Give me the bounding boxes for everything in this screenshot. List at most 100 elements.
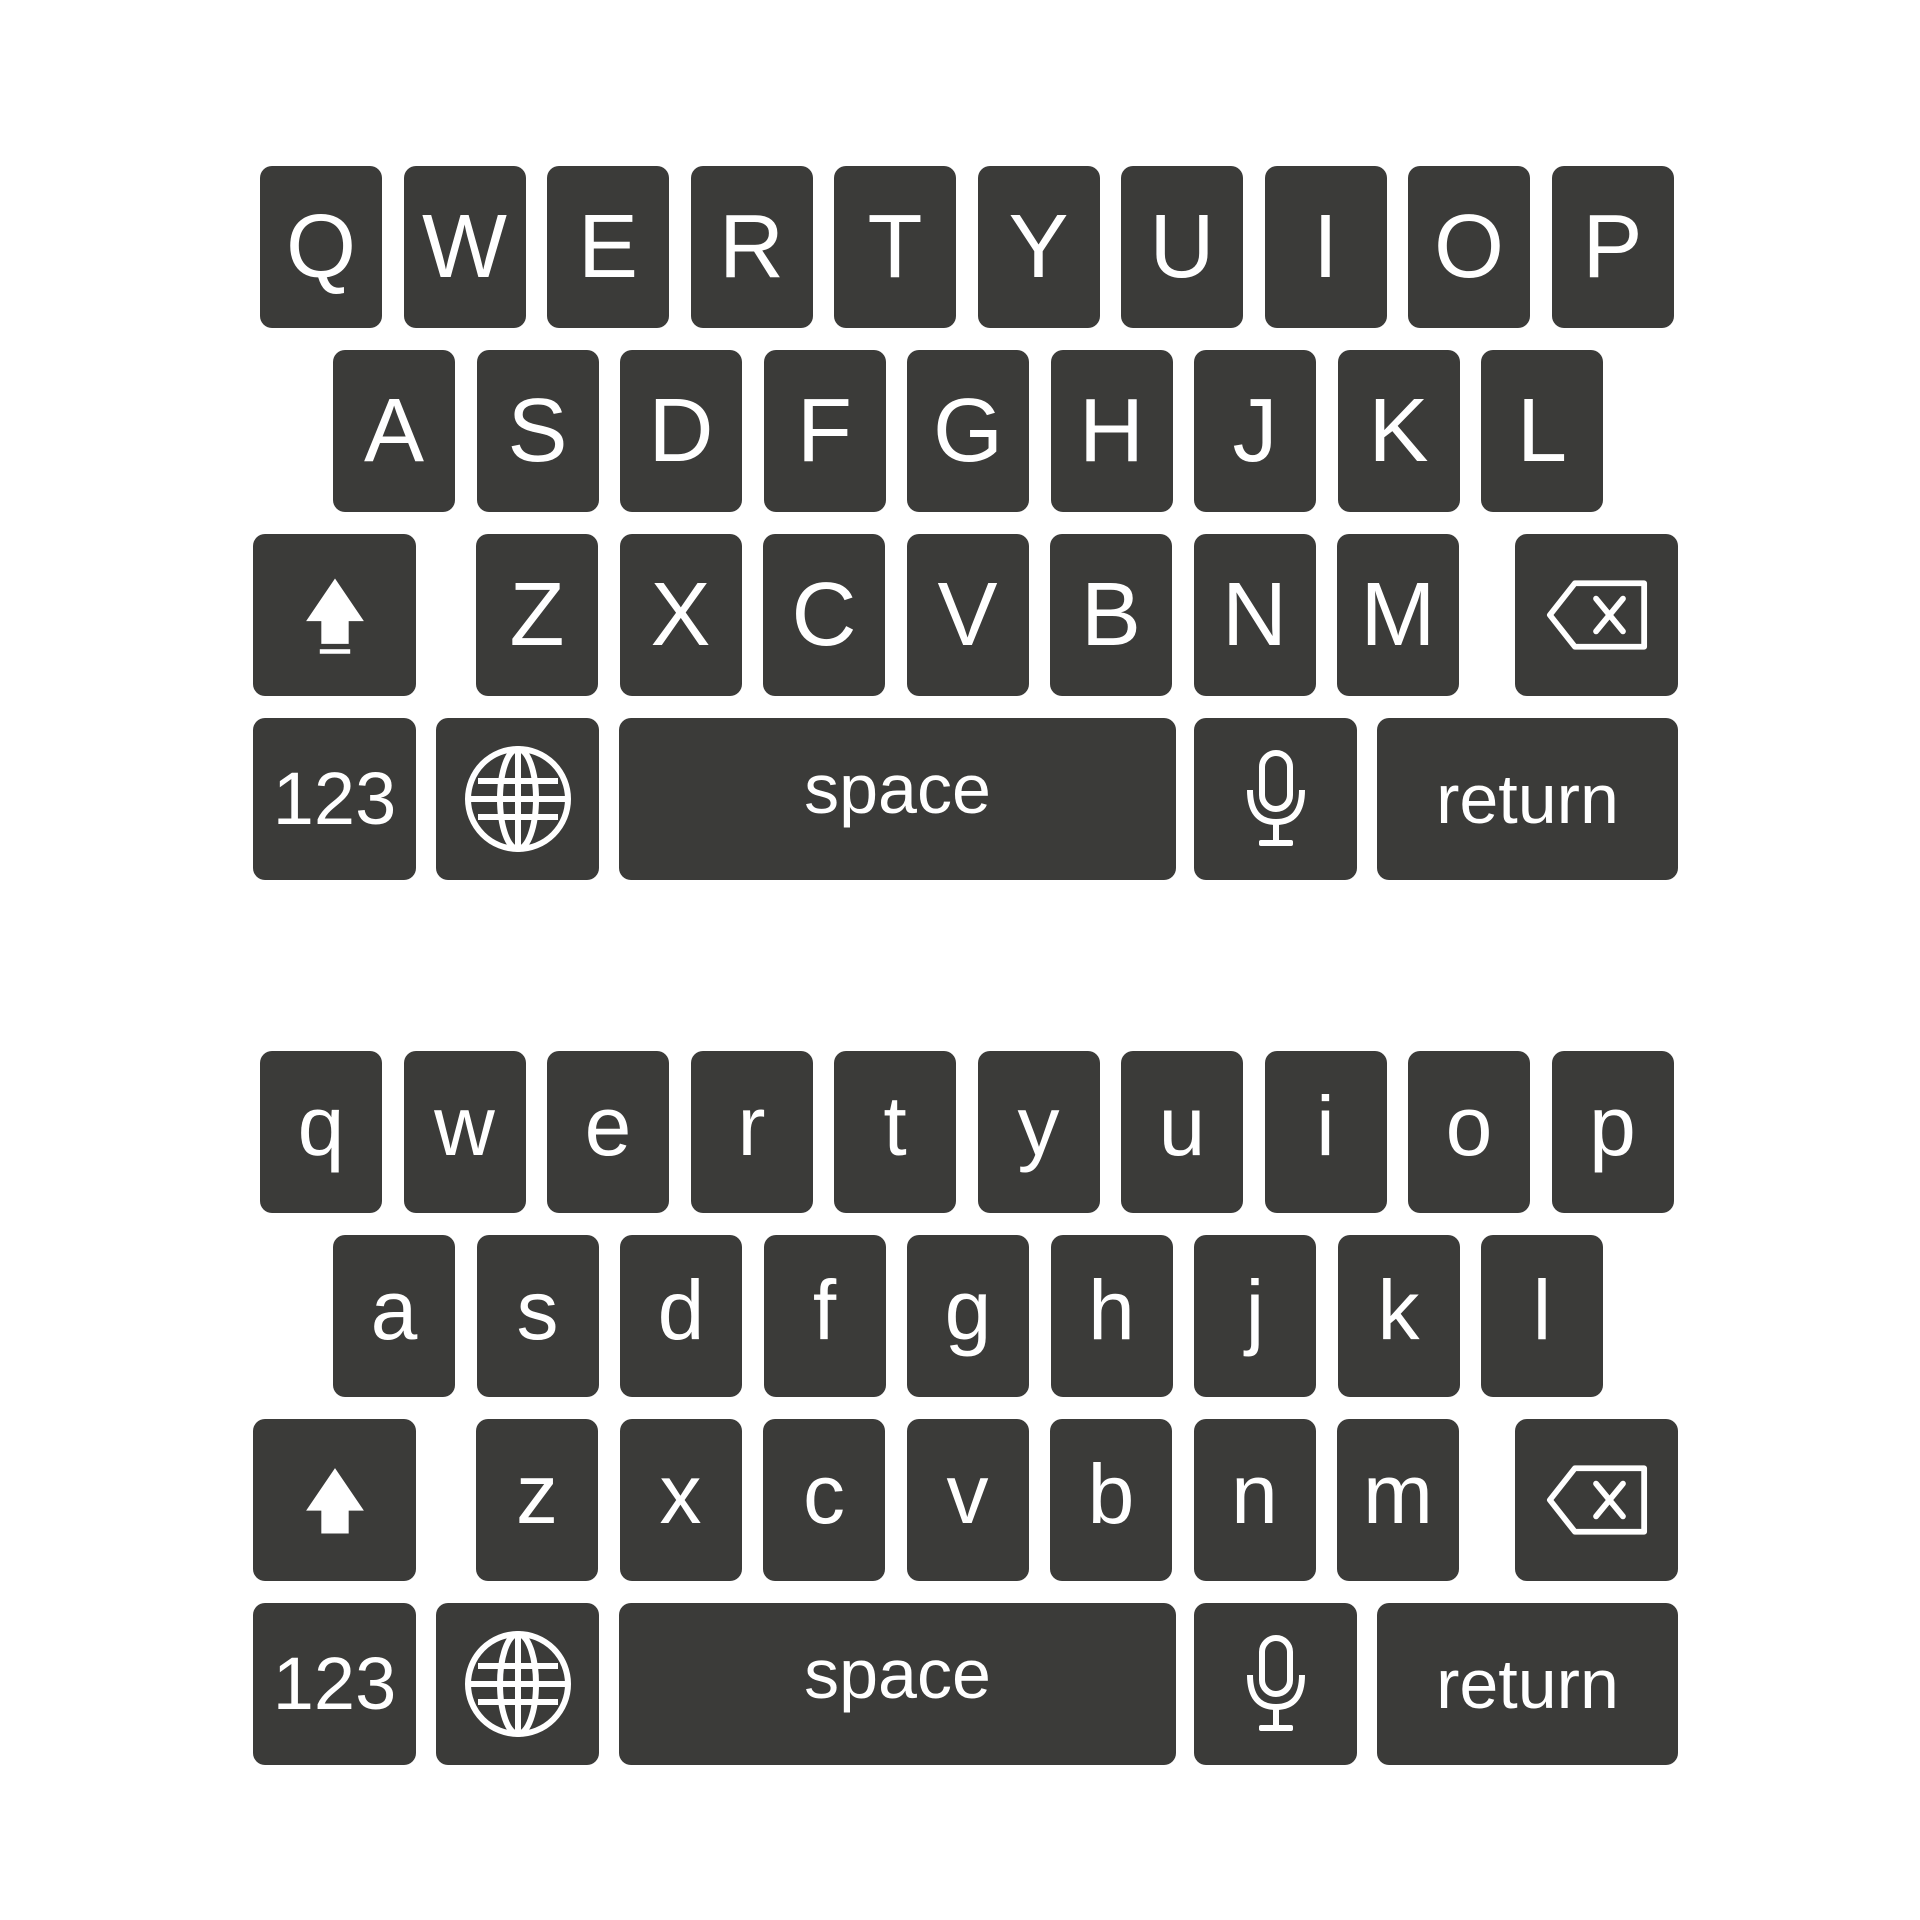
key-label: U: [1149, 197, 1215, 297]
key-label: d: [657, 1263, 705, 1357]
backspace-key[interactable]: [1515, 1419, 1678, 1581]
key-v[interactable]: v: [906, 1419, 1029, 1581]
space-label: space: [804, 750, 991, 828]
key-M[interactable]: M: [1337, 534, 1459, 696]
key-L[interactable]: L: [1481, 350, 1603, 512]
key-E[interactable]: E: [547, 166, 669, 328]
space-label: space: [804, 1635, 991, 1713]
key-n[interactable]: n: [1193, 1419, 1316, 1581]
key-label: K: [1368, 381, 1429, 481]
key-I[interactable]: I: [1264, 166, 1387, 328]
key-O[interactable]: O: [1408, 166, 1530, 328]
key-label: D: [648, 381, 714, 481]
globe-key[interactable]: [436, 718, 599, 880]
key-label: p: [1589, 1079, 1636, 1173]
key-V[interactable]: V: [906, 534, 1029, 696]
key-label: P: [1582, 197, 1643, 297]
key-label: o: [1445, 1079, 1493, 1173]
shift-locked-icon: [297, 562, 373, 668]
key-label: b: [1087, 1447, 1135, 1541]
key-S[interactable]: S: [476, 350, 599, 512]
key-C[interactable]: C: [763, 534, 885, 696]
numbers-key[interactable]: 123: [253, 718, 416, 880]
return-key[interactable]: return: [1377, 718, 1678, 880]
key-c[interactable]: c: [763, 1419, 885, 1581]
key-label: M: [1360, 565, 1436, 665]
microphone-key[interactable]: [1194, 1603, 1357, 1765]
key-o[interactable]: o: [1408, 1051, 1530, 1213]
key-s[interactable]: s: [476, 1235, 599, 1397]
key-label: e: [584, 1079, 632, 1173]
backspace-key[interactable]: [1515, 534, 1678, 696]
key-r[interactable]: r: [690, 1051, 813, 1213]
key-B[interactable]: B: [1050, 534, 1172, 696]
key-a[interactable]: a: [333, 1235, 455, 1397]
key-label: H: [1079, 381, 1144, 481]
shift-key[interactable]: [253, 534, 416, 696]
numbers-label: 123: [272, 1642, 397, 1725]
globe-icon: [464, 745, 572, 853]
key-label: E: [577, 197, 639, 297]
key-A[interactable]: A: [333, 350, 455, 512]
key-label: t: [883, 1079, 907, 1173]
key-i[interactable]: i: [1264, 1051, 1387, 1213]
key-H[interactable]: H: [1050, 350, 1173, 512]
key-U[interactable]: U: [1121, 166, 1243, 328]
key-k[interactable]: k: [1337, 1235, 1460, 1397]
key-l[interactable]: l: [1481, 1235, 1603, 1397]
key-z[interactable]: z: [476, 1419, 598, 1581]
key-label: X: [650, 565, 711, 665]
key-x[interactable]: x: [619, 1419, 742, 1581]
key-W[interactable]: W: [403, 166, 526, 328]
key-h[interactable]: h: [1050, 1235, 1173, 1397]
key-label: i: [1316, 1079, 1335, 1173]
shift-key[interactable]: [253, 1419, 416, 1581]
backspace-icon: [1546, 1463, 1648, 1537]
key-label: N: [1222, 565, 1287, 665]
key-label: z: [516, 1447, 558, 1541]
key-X[interactable]: X: [619, 534, 742, 696]
key-label: A: [363, 381, 425, 481]
globe-key[interactable]: [436, 1603, 599, 1765]
key-j[interactable]: j: [1194, 1235, 1316, 1397]
key-label: h: [1088, 1263, 1135, 1357]
key-Q[interactable]: Q: [260, 166, 382, 328]
key-T[interactable]: T: [834, 166, 956, 328]
key-t[interactable]: t: [834, 1051, 956, 1213]
key-label: k: [1377, 1263, 1420, 1357]
space-key[interactable]: space: [619, 1603, 1176, 1765]
key-e[interactable]: e: [547, 1051, 669, 1213]
space-key[interactable]: space: [619, 718, 1176, 880]
key-G[interactable]: G: [907, 350, 1029, 512]
key-R[interactable]: R: [690, 166, 813, 328]
key-w[interactable]: w: [403, 1051, 526, 1213]
key-F[interactable]: F: [763, 350, 886, 512]
key-D[interactable]: D: [620, 350, 742, 512]
key-g[interactable]: g: [907, 1235, 1029, 1397]
key-f[interactable]: f: [763, 1235, 886, 1397]
key-K[interactable]: K: [1337, 350, 1460, 512]
key-Z[interactable]: Z: [476, 534, 598, 696]
key-label: R: [719, 197, 784, 297]
key-N[interactable]: N: [1193, 534, 1316, 696]
key-label: g: [944, 1263, 992, 1357]
key-p[interactable]: p: [1551, 1051, 1674, 1213]
key-y[interactable]: y: [977, 1051, 1100, 1213]
key-Y[interactable]: Y: [977, 166, 1100, 328]
keyboard-uppercase: Q W E R T Y U I O P A S D F G H J K L Z X C V B N M 123 space return: [0, 0, 1920, 880]
key-d[interactable]: d: [620, 1235, 742, 1397]
key-b[interactable]: b: [1050, 1419, 1172, 1581]
key-label: W: [422, 197, 507, 297]
microphone-icon: [1246, 1635, 1306, 1733]
key-J[interactable]: J: [1194, 350, 1316, 512]
return-key[interactable]: return: [1377, 1603, 1678, 1765]
key-q[interactable]: q: [260, 1051, 382, 1213]
key-label: r: [737, 1079, 766, 1173]
numbers-key[interactable]: 123: [253, 1603, 416, 1765]
key-m[interactable]: m: [1337, 1419, 1459, 1581]
key-P[interactable]: P: [1551, 166, 1674, 328]
key-label: a: [370, 1263, 418, 1357]
key-label: B: [1080, 565, 1142, 665]
key-u[interactable]: u: [1121, 1051, 1243, 1213]
microphone-key[interactable]: [1194, 718, 1357, 880]
